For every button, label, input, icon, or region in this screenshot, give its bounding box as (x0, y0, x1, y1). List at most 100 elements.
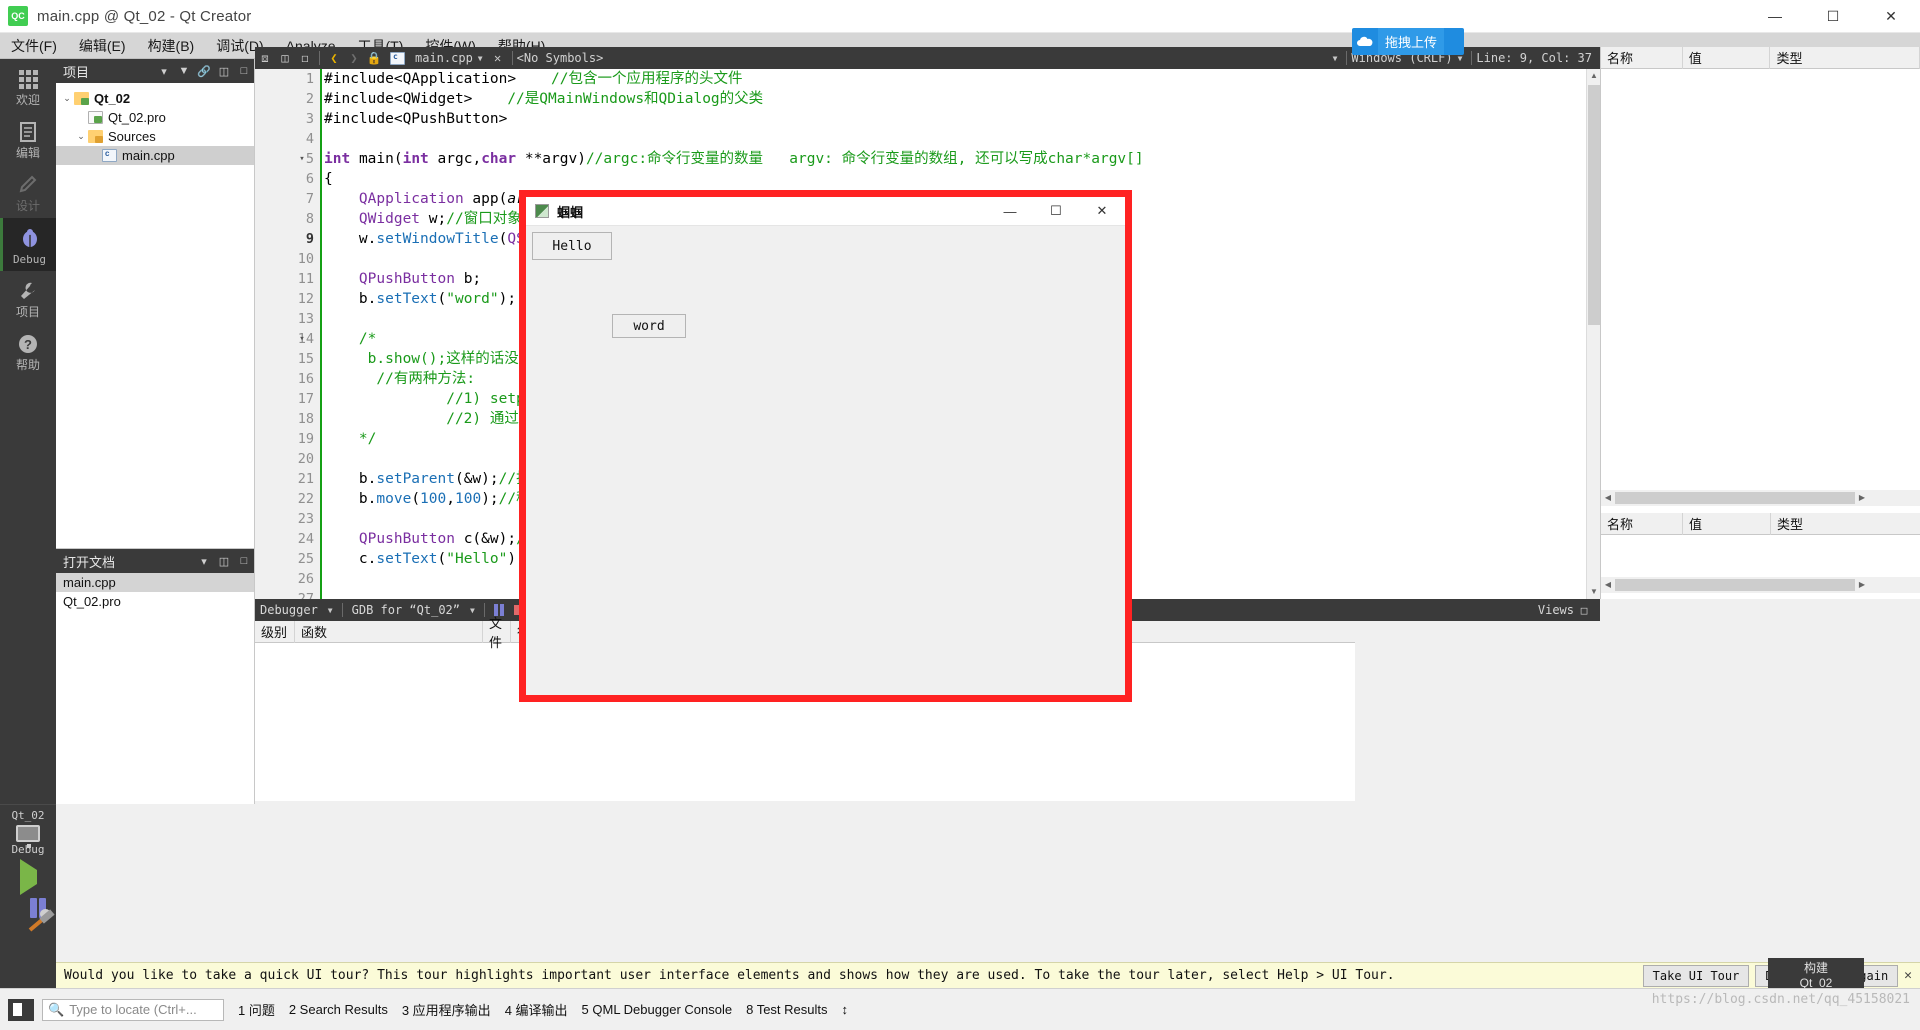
scroll-left-icon[interactable]: ◀ (1601, 578, 1615, 592)
scroll-down-icon[interactable]: ▼ (1587, 585, 1600, 599)
app-button-hello[interactable]: Hello (532, 232, 612, 260)
filter-icon[interactable]: ▼ (174, 60, 194, 82)
menu-edit[interactable]: 编辑(E) (68, 33, 137, 59)
lock-icon[interactable]: 🔒 (364, 47, 384, 69)
chevron-down-icon[interactable]: ▾ (154, 60, 174, 82)
code-line[interactable]: #include<QApplication> //包含一个应用程序的头文件 (324, 69, 1586, 89)
go-back-icon[interactable]: ❮ (324, 47, 344, 69)
status-item-issues[interactable]: 1 问题 (238, 1000, 275, 1019)
code-line[interactable]: #include<QWidget> //是QMainWindows和QDialo… (324, 89, 1586, 109)
open-doc-qt02-pro[interactable]: Qt_02.pro (56, 592, 254, 611)
menu-file[interactable]: 文件(F) (0, 33, 68, 59)
scroll-left-icon[interactable]: ◀ (1601, 491, 1615, 505)
upload-widget[interactable]: 拖拽上传 (1352, 28, 1464, 55)
link-icon[interactable]: 🔗 (194, 60, 214, 82)
chevron-down-icon[interactable]: ▼ (465, 606, 480, 615)
status-more-icon[interactable]: ↕ (842, 1002, 849, 1017)
scrollbar-thumb[interactable] (1615, 579, 1855, 591)
minimize-button[interactable]: — (1746, 0, 1804, 33)
split-editor-icon[interactable]: ⧈ (255, 47, 275, 69)
chevron-down-icon[interactable]: ▼ (1328, 54, 1343, 63)
tree-item-sources[interactable]: ⌄ Sources (56, 127, 254, 146)
tree-item-project[interactable]: ⌄ Qt_02 (56, 89, 254, 108)
line-number: 1 (305, 71, 314, 87)
mode-debug-label: Debug (12, 253, 47, 266)
remove-split-icon[interactable]: ◻ (295, 47, 315, 69)
close-icon[interactable]: ✕ (1904, 968, 1912, 983)
chevron-down-icon[interactable]: ▼ (473, 54, 488, 63)
debugger-views-menu[interactable]: Views □ (1538, 599, 1600, 621)
close-panel-icon[interactable]: □ (1574, 599, 1594, 621)
chevron-down-icon[interactable]: ▼ (323, 606, 338, 615)
column-type[interactable]: 类型 (1771, 513, 1920, 535)
editor-vertical-scrollbar[interactable]: ▲ ▼ (1586, 69, 1600, 599)
take-ui-tour-button[interactable]: Take UI Tour (1642, 964, 1750, 987)
code-line[interactable]: int main(int argc,char **argv)//argc:命令行… (324, 149, 1586, 169)
running-app-window[interactable]: 蝈蝈 — ☐ ✕ Hello word (519, 190, 1132, 702)
tree-item-main-cpp[interactable]: main.cpp (56, 146, 254, 165)
scrollbar-thumb[interactable] (1615, 492, 1855, 504)
scrollbar-thumb[interactable] (1588, 85, 1600, 325)
symbols-combobox[interactable]: <No Symbols> (517, 51, 604, 65)
locals-hscrollbar[interactable]: ◀ ▶ (1601, 490, 1920, 506)
locals-panel: 名称 值 类型 ◀ ▶ 名称 值 类型 ◀ ▶ (1600, 46, 1920, 599)
column-function[interactable]: 函数 (295, 620, 483, 643)
window-title: main.cpp @ Qt_02 - Qt Creator (37, 7, 252, 25)
code-line[interactable] (324, 129, 1586, 149)
mode-welcome[interactable]: 欢迎 (0, 59, 56, 112)
locator-input[interactable]: 🔍 Type to locate (Ctrl+... (42, 998, 224, 1021)
go-forward-icon[interactable]: ❯ (344, 47, 364, 69)
scroll-right-icon[interactable]: ▶ (1855, 491, 1869, 505)
debug-engine-label[interactable]: GDB for “Qt_02” (347, 603, 465, 617)
menu-build[interactable]: 构建(B) (137, 33, 206, 59)
status-item-compile-output[interactable]: 4 编译输出 (505, 1000, 568, 1019)
split-icon[interactable]: ◫ (214, 60, 234, 82)
status-item-test-results[interactable]: 8 Test Results (746, 1002, 827, 1017)
line-number: 9 (305, 231, 314, 247)
tree-item-pro-file[interactable]: Qt_02.pro (56, 108, 254, 127)
status-item-qml-debugger[interactable]: 5 QML Debugger Console (582, 1002, 733, 1017)
open-doc-main-cpp[interactable]: main.cpp (56, 573, 254, 592)
app-maximize-button[interactable]: ☐ (1033, 197, 1079, 226)
column-value[interactable]: 值 (1683, 46, 1771, 69)
column-level[interactable]: 级别 (255, 620, 295, 643)
status-item-search-results[interactable]: 2 Search Results (289, 1002, 388, 1017)
column-type[interactable]: 类型 (1770, 46, 1920, 69)
maximize-button[interactable]: ☐ (1804, 0, 1862, 33)
fold-marker-icon[interactable]: ▾ (295, 329, 309, 349)
close-button[interactable]: ✕ (1862, 0, 1920, 33)
editor-file-combobox[interactable]: main.cpp (384, 51, 473, 65)
mode-help[interactable]: ? 帮助 (0, 324, 56, 377)
app-close-button[interactable]: ✕ (1079, 197, 1125, 226)
app-window-title: 蝈蝈 (557, 204, 584, 220)
run-button[interactable] (19, 859, 37, 895)
status-item-app-output[interactable]: 3 应用程序输出 (402, 1000, 491, 1019)
fold-marker-icon[interactable]: ▾ (295, 149, 309, 169)
mode-projects[interactable]: 项目 (0, 271, 56, 324)
chevron-down-icon[interactable]: ⌄ (74, 131, 88, 142)
scroll-right-icon[interactable]: ▶ (1855, 578, 1869, 592)
code-line[interactable]: #include<QPushButton> (324, 109, 1586, 129)
column-value[interactable]: 值 (1683, 512, 1771, 535)
column-name[interactable]: 名称 (1601, 512, 1683, 535)
add-split-icon[interactable]: ◫ (275, 47, 295, 69)
kit-selector[interactable]: Qt_02 Debug (11, 805, 44, 856)
mode-debug[interactable]: Debug (0, 218, 56, 271)
mode-edit[interactable]: 编辑 (0, 112, 56, 165)
close-panel-icon[interactable]: □ (234, 550, 254, 572)
app-minimize-button[interactable]: — (987, 197, 1033, 226)
chevron-down-icon[interactable]: ▾ (194, 550, 214, 572)
toggle-sidebar-button[interactable] (8, 998, 34, 1021)
close-document-icon[interactable]: ✕ (488, 47, 508, 69)
column-file[interactable]: 文件 (483, 616, 511, 650)
split-icon[interactable]: ◫ (214, 550, 234, 572)
mode-design[interactable]: 设计 (0, 165, 56, 218)
code-line[interactable]: { (324, 169, 1586, 189)
expressions-hscrollbar[interactable]: ◀ ▶ (1601, 577, 1920, 593)
app-button-word[interactable]: word (612, 314, 686, 338)
scroll-up-icon[interactable]: ▲ (1587, 69, 1600, 83)
column-name[interactable]: 名称 (1601, 46, 1683, 69)
editor-gutter[interactable]: 1 2 3 4 5 ▾ 6 7 8 9 10 11 12 13 14 ▾ 15 16 17 18 19 20 21 22 23 2… (255, 69, 322, 599)
close-panel-icon[interactable]: □ (234, 60, 254, 82)
chevron-down-icon[interactable]: ⌄ (60, 93, 74, 104)
